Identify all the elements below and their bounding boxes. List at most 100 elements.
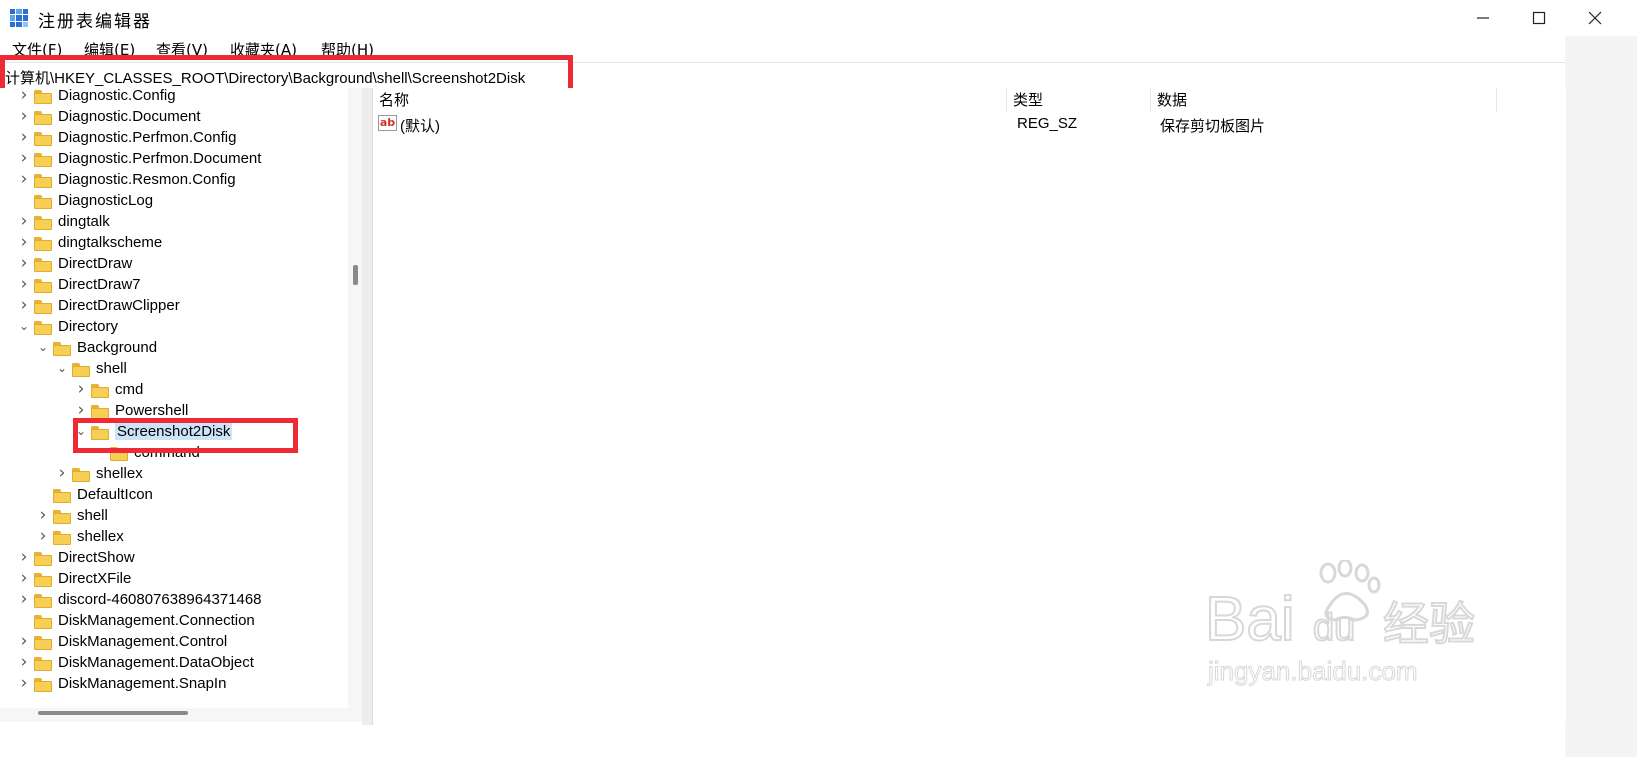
collapsed-chevron-icon[interactable]: › [18, 673, 30, 693]
tree-node[interactable]: › Diagnostic.Config [0, 88, 362, 108]
column-header-name[interactable]: 名称 [373, 88, 1007, 112]
tree-node-label[interactable]: shellex [77, 528, 124, 545]
tree-node-label[interactable]: DirectXFile [58, 570, 131, 587]
tree-node[interactable]: › Diagnostic.Document [0, 106, 362, 129]
svg-text:jingyan.baidu.com: jingyan.baidu.com [1207, 656, 1418, 686]
tree-node-label[interactable]: DiskManagement.DataObject [58, 654, 254, 671]
column-header-data[interactable]: 数据 [1151, 88, 1497, 112]
tree-node-label[interactable]: shell [96, 360, 127, 377]
tree-node[interactable]: › DiskManagement.DataObject [0, 652, 362, 675]
maximize-button[interactable] [1511, 0, 1567, 36]
collapsed-chevron-icon[interactable]: › [37, 526, 49, 546]
tree-node[interactable]: › DiskManagement.SnapIn [0, 673, 362, 696]
tree-node[interactable]: › discord-460807638964371468 [0, 589, 362, 612]
collapsed-chevron-icon[interactable]: › [18, 169, 30, 189]
tree-node[interactable]: › cmd [0, 379, 362, 402]
tree-node-label[interactable]: discord-460807638964371468 [58, 591, 262, 608]
tree-node[interactable]: ⌄ Background [0, 339, 362, 360]
value-name[interactable]: (默认) [400, 115, 440, 136]
tree-node[interactable]: DiskManagement.Connection [0, 612, 362, 633]
tree-node[interactable]: › dingtalk [0, 211, 362, 234]
tree-node[interactable]: › DirectDraw7 [0, 274, 362, 297]
tree-node[interactable]: › DirectXFile [0, 568, 362, 591]
tree-node[interactable]: › Diagnostic.Resmon.Config [0, 169, 362, 192]
tree-node-label[interactable]: Diagnostic.Config [58, 88, 176, 104]
folder-icon [34, 615, 52, 629]
collapsed-chevron-icon[interactable]: › [18, 88, 30, 105]
tree-node-label[interactable]: DefaultIcon [77, 486, 153, 503]
tree-vertical-scroll-thumb[interactable] [353, 265, 358, 285]
folder-icon [34, 111, 52, 125]
collapsed-chevron-icon[interactable]: › [18, 274, 30, 294]
tree-node[interactable]: › shellex [0, 463, 362, 486]
tree-node-label[interactable]: Diagnostic.Perfmon.Document [58, 150, 261, 167]
tree-node-label[interactable]: dingtalkscheme [58, 234, 162, 251]
expanded-chevron-icon[interactable]: ⌄ [37, 340, 49, 354]
tree-node-label[interactable]: shell [77, 507, 108, 524]
tree-node-label[interactable]: Diagnostic.Resmon.Config [58, 171, 236, 188]
tree-node-label[interactable]: Powershell [115, 402, 188, 419]
expanded-chevron-icon[interactable]: ⌄ [56, 361, 68, 375]
tree-node-label[interactable]: Background [77, 339, 157, 356]
tree-node-label[interactable]: Diagnostic.Perfmon.Config [58, 129, 236, 146]
tree-node[interactable]: › DirectShow [0, 547, 362, 570]
folder-icon [34, 279, 52, 293]
tree-node[interactable]: › DirectDrawClipper [0, 295, 362, 318]
tree-node[interactable]: ⌄ shell [0, 360, 362, 381]
collapsed-chevron-icon[interactable]: › [18, 631, 30, 651]
tree-node[interactable]: › DirectDraw [0, 253, 362, 276]
collapsed-chevron-icon[interactable]: › [18, 148, 30, 168]
tree-node-label[interactable]: cmd [115, 381, 143, 398]
tree-node-label[interactable]: DiagnosticLog [58, 192, 153, 209]
key-tree[interactable]: › Diagnostic.Config › Diagnostic.Document › D… [0, 88, 362, 728]
tree-node-label[interactable]: DirectShow [58, 549, 135, 566]
collapsed-chevron-icon[interactable]: › [18, 232, 30, 252]
tree-horizontal-scroll-thumb[interactable] [38, 711, 188, 715]
folder-icon [34, 174, 52, 188]
collapsed-chevron-icon[interactable]: › [18, 652, 30, 672]
folder-icon [72, 468, 90, 482]
tree-node[interactable]: › DiskManagement.Control [0, 631, 362, 654]
collapsed-chevron-icon[interactable]: › [18, 568, 30, 588]
collapsed-chevron-icon[interactable]: › [56, 463, 68, 483]
tree-node[interactable]: › shell [0, 505, 362, 528]
folder-icon [34, 153, 52, 167]
tree-node[interactable]: › Diagnostic.Perfmon.Document [0, 148, 362, 171]
tree-node-label[interactable]: dingtalk [58, 213, 110, 230]
value-type[interactable]: REG_SZ [1017, 115, 1077, 132]
tree-node-label[interactable]: DirectDraw [58, 255, 132, 272]
tree-node-label[interactable]: DiskManagement.Control [58, 633, 227, 650]
tree-node[interactable]: DefaultIcon [0, 486, 362, 507]
expanded-chevron-icon[interactable]: ⌄ [18, 319, 30, 333]
folder-icon [34, 594, 52, 608]
tree-node[interactable]: ⌄ Directory [0, 318, 362, 339]
tree-node-label[interactable]: Diagnostic.Document [58, 108, 201, 125]
tree-node-label[interactable]: DiskManagement.SnapIn [58, 675, 226, 692]
tree-node-label[interactable]: DirectDrawClipper [58, 297, 180, 314]
tree-node-label[interactable]: shellex [96, 465, 143, 482]
collapsed-chevron-icon[interactable]: › [75, 379, 87, 399]
minimize-button[interactable] [1455, 0, 1511, 36]
tree-node-label[interactable]: DirectDraw7 [58, 276, 141, 293]
tree-node-label[interactable]: DiskManagement.Connection [58, 612, 255, 629]
tree-node-label[interactable]: Directory [58, 318, 118, 335]
collapsed-chevron-icon[interactable]: › [18, 589, 30, 609]
column-header-type[interactable]: 类型 [1007, 88, 1151, 112]
collapsed-chevron-icon[interactable]: › [18, 547, 30, 567]
folder-icon [34, 321, 52, 335]
collapsed-chevron-icon[interactable]: › [18, 253, 30, 273]
collapsed-chevron-icon[interactable]: › [18, 295, 30, 315]
collapsed-chevron-icon[interactable]: › [18, 106, 30, 126]
collapsed-chevron-icon[interactable]: › [37, 505, 49, 525]
collapsed-chevron-icon[interactable]: › [18, 211, 30, 231]
collapsed-chevron-icon[interactable]: › [75, 400, 87, 420]
close-button[interactable] [1567, 0, 1623, 36]
collapsed-chevron-icon[interactable]: › [18, 127, 30, 147]
tree-vertical-scrollbar[interactable] [348, 88, 362, 708]
tree-node[interactable]: DiagnosticLog [0, 192, 362, 213]
tree-node[interactable]: › dingtalkscheme [0, 232, 362, 255]
pane-splitter[interactable] [362, 88, 372, 725]
tree-node[interactable]: › shellex [0, 526, 362, 549]
value-data[interactable]: 保存剪切板图片 [1160, 115, 1265, 136]
tree-node[interactable]: › Diagnostic.Perfmon.Config [0, 127, 362, 150]
